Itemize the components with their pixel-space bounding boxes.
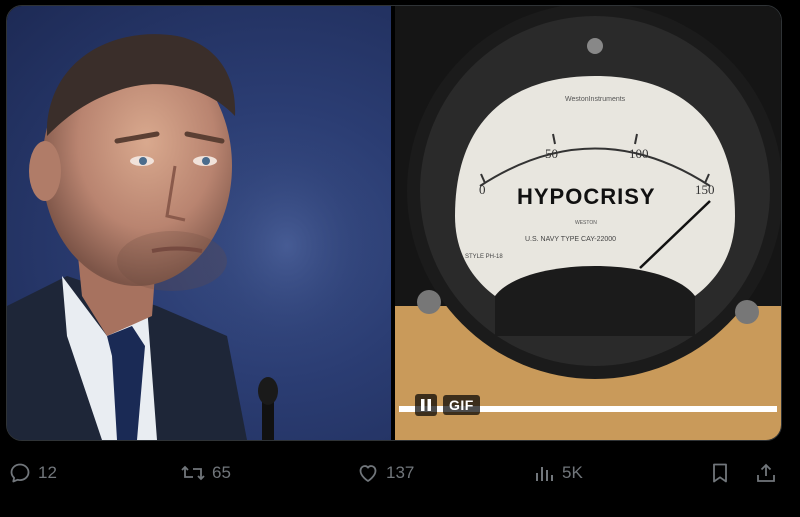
- tweet-media-card[interactable]: 0 50 100 150 WestonInstruments HYPOCRISY…: [6, 5, 782, 441]
- gauge-scale-50: 50: [545, 146, 558, 161]
- reply-button[interactable]: 12: [8, 455, 57, 491]
- like-button[interactable]: 137: [356, 455, 414, 491]
- repost-count: 65: [212, 463, 231, 482]
- gauge-small-text-1: WESTON: [575, 220, 597, 226]
- gauge-small-text-2: U.S. NAVY TYPE CAY-22000: [525, 236, 617, 243]
- analytics-icon: [536, 467, 553, 481]
- gif-badge: GIF: [443, 395, 480, 415]
- gauge-small-text-3: STYLE PH-18: [465, 254, 503, 260]
- hypocrisy-meter-gif[interactable]: 0 50 100 150 WestonInstruments HYPOCRISY…: [395, 6, 781, 440]
- portrait-illustration: [7, 34, 377, 440]
- gif-controls: GIF: [415, 394, 480, 416]
- gauge-scale-100: 100: [629, 146, 649, 161]
- bookmark-button[interactable]: [708, 455, 732, 491]
- share-icon: [757, 463, 775, 482]
- repost-icon: [181, 465, 205, 481]
- heart-icon: [359, 465, 377, 482]
- reply-count: 12: [38, 463, 57, 482]
- repost-button[interactable]: 65: [180, 455, 231, 491]
- pause-icon: [421, 399, 431, 411]
- gauge-label: HYPOCRISY: [517, 184, 656, 209]
- bookmark-icon: [713, 463, 727, 483]
- views-button[interactable]: 5K: [532, 455, 583, 491]
- view-count: 5K: [562, 463, 583, 482]
- gauge-scale-150: 150: [695, 182, 715, 197]
- gauge-maker: WestonInstruments: [565, 96, 626, 103]
- pause-button[interactable]: [415, 394, 437, 416]
- portrait-photo[interactable]: [7, 6, 391, 440]
- like-count: 137: [386, 463, 415, 482]
- tweet-action-bar: 12 65 137 5K: [0, 455, 800, 491]
- reply-icon: [10, 463, 30, 483]
- share-button[interactable]: [754, 455, 778, 491]
- gauge-scale-0: 0: [479, 182, 486, 197]
